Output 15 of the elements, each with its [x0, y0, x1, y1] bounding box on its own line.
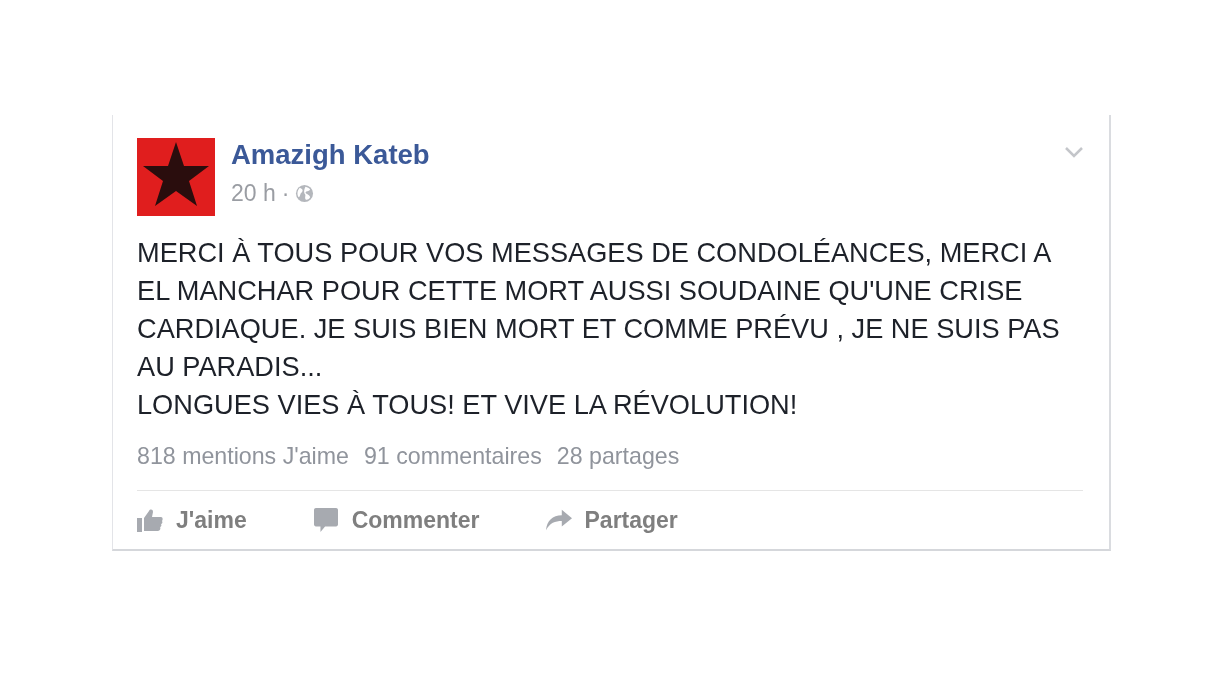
action-button[interactable]: J'aime — [137, 505, 247, 535]
thumbs-up-icon — [137, 508, 163, 532]
action-button[interactable]: Partager — [545, 505, 678, 535]
stat-link[interactable]: 28 partages — [556, 442, 680, 470]
avatar-placeholder[interactable] — [137, 138, 215, 216]
share-arrow-icon — [545, 508, 572, 532]
action-button[interactable]: Commenter — [312, 505, 480, 535]
speech-bubble-icon — [312, 508, 339, 532]
separator-dot: · — [281, 180, 290, 207]
stat-link[interactable]: 91 commentaires — [363, 442, 542, 470]
post-text: MERCI À TOUS POUR VOS MESSAGES DE CONDOLÉANCES, MERCI A EL MANCHAR POUR CETTE MORT AUSSI SOUDAINE QU'UNE CRISE CARDIAQUE. JE SUIS BIEN MORT ET COMME PRÉVU , JE NE SUIS PAS AU PARADIS... LONGUES VIES À TOUS! ET VIVE LA RÉVOLUTION! — [137, 236, 1061, 422]
post-time-link[interactable]: 20 h — [231, 180, 276, 207]
author-name-link[interactable]: Amazigh Kateb — [231, 138, 430, 172]
stat-link[interactable]: 818 mentions J'aime — [137, 442, 349, 470]
globe-icon — [295, 184, 315, 203]
